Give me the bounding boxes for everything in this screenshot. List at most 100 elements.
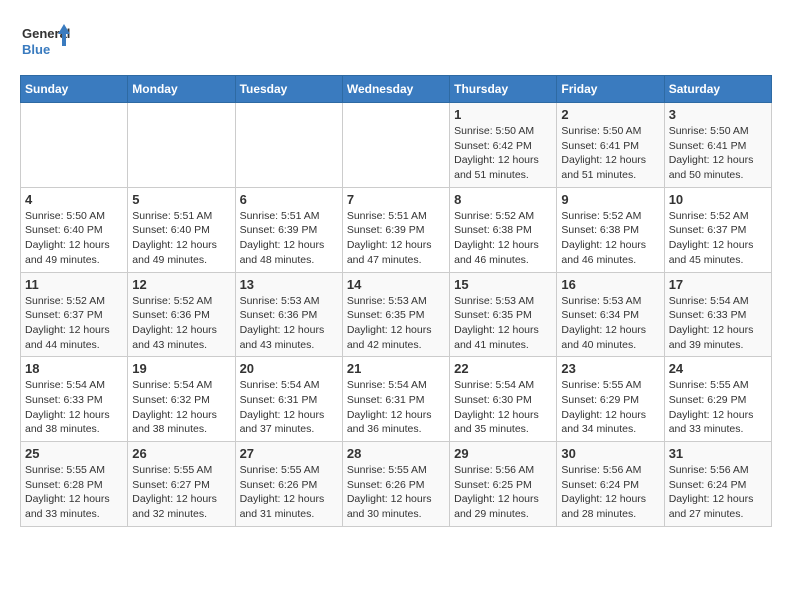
day-info: Sunrise: 5:56 AM Sunset: 6:25 PM Dayligh… bbox=[454, 463, 552, 522]
calendar-cell: 22Sunrise: 5:54 AM Sunset: 6:30 PM Dayli… bbox=[450, 357, 557, 442]
logo: General Blue bbox=[20, 20, 70, 65]
calendar-day-header: Tuesday bbox=[235, 76, 342, 103]
calendar-day-header: Saturday bbox=[664, 76, 771, 103]
calendar-week-row: 1 Sunrise: 5:50 AM Sunset: 6:42 PM Daylig… bbox=[21, 103, 772, 188]
calendar-cell: 26 Sunrise: 5:55 AM Sunset: 6:27 PM Dayli… bbox=[128, 442, 235, 527]
day-info: Sunrise: 5:54 AM Sunset: 6:32 PM Dayligh… bbox=[132, 378, 230, 437]
day-number: 19 bbox=[132, 361, 230, 376]
day-info: Sunrise: 5:54 AM Sunset: 6:33 PM Dayligh… bbox=[669, 294, 767, 353]
day-info: Sunrise: 5:52 AM Sunset: 6:38 PM Dayligh… bbox=[454, 209, 552, 268]
calendar-cell: 16 Sunrise: 5:53 AM Sunset: 6:34 PM Dayli… bbox=[557, 272, 664, 357]
calendar-cell: 18 Sunrise: 5:54 AM Sunset: 6:33 PM Dayli… bbox=[21, 357, 128, 442]
day-number: 14 bbox=[347, 277, 445, 292]
calendar-week-row: 25 Sunrise: 5:55 AM Sunset: 6:28 PM Dayli… bbox=[21, 442, 772, 527]
day-info: Sunrise: 5:55 AM Sunset: 6:26 PM Dayligh… bbox=[347, 463, 445, 522]
day-info: Sunrise: 5:50 AM Sunset: 6:41 PM Dayligh… bbox=[669, 124, 767, 183]
day-number: 20 bbox=[240, 361, 338, 376]
day-info: Sunrise: 5:55 AM Sunset: 6:28 PM Dayligh… bbox=[25, 463, 123, 522]
day-info: Sunrise: 5:51 AM Sunset: 6:39 PM Dayligh… bbox=[240, 209, 338, 268]
day-number: 28 bbox=[347, 446, 445, 461]
day-number: 16 bbox=[561, 277, 659, 292]
calendar-cell: 28 Sunrise: 5:55 AM Sunset: 6:26 PM Dayli… bbox=[342, 442, 449, 527]
calendar-cell: 21Sunrise: 5:54 AM Sunset: 6:31 PM Dayli… bbox=[342, 357, 449, 442]
day-number: 17 bbox=[669, 277, 767, 292]
day-number: 24 bbox=[669, 361, 767, 376]
calendar-cell: 20 Sunrise: 5:54 AM Sunset: 6:31 PM Dayli… bbox=[235, 357, 342, 442]
day-number: 30 bbox=[561, 446, 659, 461]
calendar-week-row: 11 Sunrise: 5:52 AM Sunset: 6:37 PM Dayli… bbox=[21, 272, 772, 357]
day-number: 11 bbox=[25, 277, 123, 292]
day-number: 2 bbox=[561, 107, 659, 122]
calendar-cell: 19 Sunrise: 5:54 AM Sunset: 6:32 PM Dayli… bbox=[128, 357, 235, 442]
day-number: 8 bbox=[454, 192, 552, 207]
calendar-cell: 24 Sunrise: 5:55 AM Sunset: 6:29 PM Dayli… bbox=[664, 357, 771, 442]
calendar-header-row: SundayMondayTuesdayWednesdayThursdayFrid… bbox=[21, 76, 772, 103]
day-info: Sunrise: 5:53 AM Sunset: 6:35 PM Dayligh… bbox=[347, 294, 445, 353]
calendar-cell: 30 Sunrise: 5:56 AM Sunset: 6:24 PM Dayli… bbox=[557, 442, 664, 527]
calendar-cell: 10 Sunrise: 5:52 AM Sunset: 6:37 PM Dayli… bbox=[664, 187, 771, 272]
calendar-day-header: Thursday bbox=[450, 76, 557, 103]
day-info: Sunrise: 5:52 AM Sunset: 6:38 PM Dayligh… bbox=[561, 209, 659, 268]
day-info: Sunrise: 5:55 AM Sunset: 6:26 PM Dayligh… bbox=[240, 463, 338, 522]
calendar-cell: 14 Sunrise: 5:53 AM Sunset: 6:35 PM Dayli… bbox=[342, 272, 449, 357]
day-number: 26 bbox=[132, 446, 230, 461]
logo-svg: General Blue bbox=[20, 20, 70, 65]
calendar-week-row: 18 Sunrise: 5:54 AM Sunset: 6:33 PM Dayli… bbox=[21, 357, 772, 442]
calendar-cell: 17 Sunrise: 5:54 AM Sunset: 6:33 PM Dayli… bbox=[664, 272, 771, 357]
calendar-cell: 1 Sunrise: 5:50 AM Sunset: 6:42 PM Daylig… bbox=[450, 103, 557, 188]
day-number: 29 bbox=[454, 446, 552, 461]
day-number: 12 bbox=[132, 277, 230, 292]
calendar-cell: 11 Sunrise: 5:52 AM Sunset: 6:37 PM Dayli… bbox=[21, 272, 128, 357]
calendar-cell: 25 Sunrise: 5:55 AM Sunset: 6:28 PM Dayli… bbox=[21, 442, 128, 527]
calendar-cell: 7 Sunrise: 5:51 AM Sunset: 6:39 PM Daylig… bbox=[342, 187, 449, 272]
day-number: 13 bbox=[240, 277, 338, 292]
day-info: Sunrise: 5:54 AM Sunset: 6:30 PM Dayligh… bbox=[454, 378, 552, 437]
day-number: 3 bbox=[669, 107, 767, 122]
calendar-cell: 8 Sunrise: 5:52 AM Sunset: 6:38 PM Daylig… bbox=[450, 187, 557, 272]
calendar-body: 1 Sunrise: 5:50 AM Sunset: 6:42 PM Daylig… bbox=[21, 103, 772, 527]
day-number: 6 bbox=[240, 192, 338, 207]
calendar-cell: 6 Sunrise: 5:51 AM Sunset: 6:39 PM Daylig… bbox=[235, 187, 342, 272]
day-info: Sunrise: 5:52 AM Sunset: 6:37 PM Dayligh… bbox=[25, 294, 123, 353]
day-number: 23 bbox=[561, 361, 659, 376]
day-info: Sunrise: 5:55 AM Sunset: 6:27 PM Dayligh… bbox=[132, 463, 230, 522]
calendar-day-header: Sunday bbox=[21, 76, 128, 103]
day-info: Sunrise: 5:53 AM Sunset: 6:34 PM Dayligh… bbox=[561, 294, 659, 353]
day-info: Sunrise: 5:50 AM Sunset: 6:42 PM Dayligh… bbox=[454, 124, 552, 183]
calendar-cell: 29 Sunrise: 5:56 AM Sunset: 6:25 PM Dayli… bbox=[450, 442, 557, 527]
day-info: Sunrise: 5:56 AM Sunset: 6:24 PM Dayligh… bbox=[561, 463, 659, 522]
day-info: Sunrise: 5:54 AM Sunset: 6:33 PM Dayligh… bbox=[25, 378, 123, 437]
calendar-cell: 15Sunrise: 5:53 AM Sunset: 6:35 PM Dayli… bbox=[450, 272, 557, 357]
calendar-cell: 4Sunrise: 5:50 AM Sunset: 6:40 PM Daylig… bbox=[21, 187, 128, 272]
svg-text:Blue: Blue bbox=[22, 42, 50, 57]
day-info: Sunrise: 5:54 AM Sunset: 6:31 PM Dayligh… bbox=[347, 378, 445, 437]
calendar-cell: 2Sunrise: 5:50 AM Sunset: 6:41 PM Daylig… bbox=[557, 103, 664, 188]
day-info: Sunrise: 5:51 AM Sunset: 6:39 PM Dayligh… bbox=[347, 209, 445, 268]
day-number: 4 bbox=[25, 192, 123, 207]
calendar-cell: 27 Sunrise: 5:55 AM Sunset: 6:26 PM Dayli… bbox=[235, 442, 342, 527]
calendar-cell: 3 Sunrise: 5:50 AM Sunset: 6:41 PM Daylig… bbox=[664, 103, 771, 188]
day-number: 7 bbox=[347, 192, 445, 207]
calendar-cell: 5Sunrise: 5:51 AM Sunset: 6:40 PM Daylig… bbox=[128, 187, 235, 272]
day-info: Sunrise: 5:54 AM Sunset: 6:31 PM Dayligh… bbox=[240, 378, 338, 437]
day-number: 5 bbox=[132, 192, 230, 207]
calendar-cell bbox=[21, 103, 128, 188]
page-header: General Blue bbox=[20, 20, 772, 65]
day-number: 27 bbox=[240, 446, 338, 461]
day-info: Sunrise: 5:53 AM Sunset: 6:36 PM Dayligh… bbox=[240, 294, 338, 353]
calendar-cell: 31Sunrise: 5:56 AM Sunset: 6:24 PM Dayli… bbox=[664, 442, 771, 527]
calendar-day-header: Friday bbox=[557, 76, 664, 103]
day-number: 10 bbox=[669, 192, 767, 207]
calendar-week-row: 4Sunrise: 5:50 AM Sunset: 6:40 PM Daylig… bbox=[21, 187, 772, 272]
calendar-cell: 23Sunrise: 5:55 AM Sunset: 6:29 PM Dayli… bbox=[557, 357, 664, 442]
calendar-table: SundayMondayTuesdayWednesdayThursdayFrid… bbox=[20, 75, 772, 527]
day-number: 15 bbox=[454, 277, 552, 292]
day-number: 18 bbox=[25, 361, 123, 376]
calendar-cell: 13 Sunrise: 5:53 AM Sunset: 6:36 PM Dayli… bbox=[235, 272, 342, 357]
day-info: Sunrise: 5:56 AM Sunset: 6:24 PM Dayligh… bbox=[669, 463, 767, 522]
day-number: 1 bbox=[454, 107, 552, 122]
day-number: 25 bbox=[25, 446, 123, 461]
day-info: Sunrise: 5:55 AM Sunset: 6:29 PM Dayligh… bbox=[669, 378, 767, 437]
day-info: Sunrise: 5:52 AM Sunset: 6:37 PM Dayligh… bbox=[669, 209, 767, 268]
calendar-cell bbox=[235, 103, 342, 188]
